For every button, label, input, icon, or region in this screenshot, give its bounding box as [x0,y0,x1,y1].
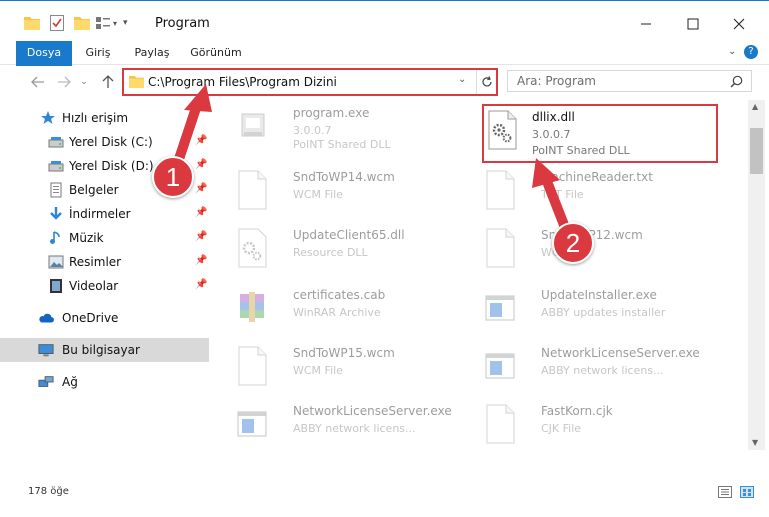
callout-arrows [171,84,571,235]
step-badge-1: 1 [152,156,194,198]
large-icons-view-icon[interactable] [740,486,754,498]
details-view-icon[interactable] [718,486,732,498]
step-badge-2: 2 [552,222,594,264]
status-bar: 178 öğe [0,478,769,500]
item-count: 178 öğe [28,486,69,497]
window-bottom-edge [0,507,769,517]
